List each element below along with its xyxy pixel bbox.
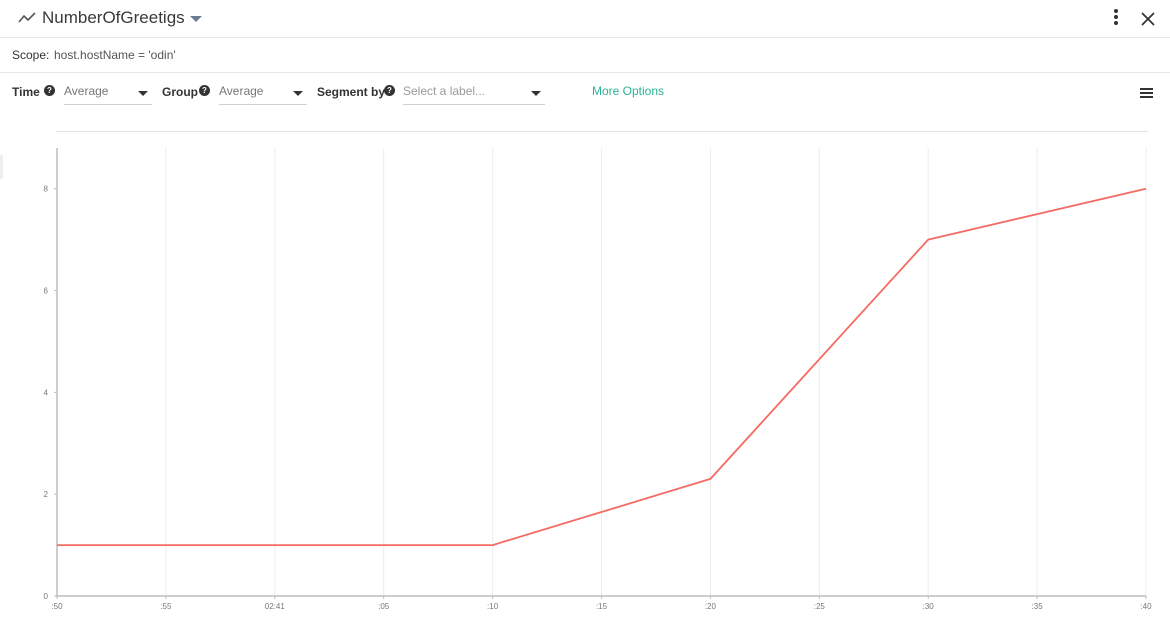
scope-value: host.hostName = 'odin' [54, 48, 176, 62]
tick-labels: :50 :55 02:41 :05 :10 :15 :20 :25 :30 :35 :40 0 2 4 6 8 [44, 185, 1153, 611]
x-tick-label-2: 02:41 [265, 602, 286, 611]
question-circle-icon[interactable]: ? [44, 85, 55, 96]
y-tick-label-2: 4 [44, 388, 49, 397]
metric-title[interactable]: NumberOfGreetigs [42, 8, 185, 28]
x-tick-label-6: :20 [705, 602, 717, 611]
x-tick-label-0: :50 [51, 602, 63, 611]
time-label: Time [12, 85, 40, 99]
x-tick-label-5: :15 [596, 602, 608, 611]
chart-axes [54, 148, 1147, 599]
x-tick-label-8: :30 [923, 602, 935, 611]
segment-by-select[interactable]: Select a label... [403, 80, 545, 105]
scope-bar: Scope: host.hostName = 'odin' [0, 38, 1170, 73]
x-tick-label-9: :35 [1032, 602, 1044, 611]
y-tick-label-1: 2 [44, 490, 49, 499]
chart-controls: Time ? Average Group ? Average Segment b… [0, 73, 1170, 113]
question-circle-icon[interactable]: ? [199, 85, 210, 96]
chevron-down-icon[interactable] [190, 16, 202, 22]
widget-header: NumberOfGreetigs [0, 0, 1170, 38]
y-tick-label-4: 8 [44, 185, 49, 194]
trend-line-icon [18, 12, 36, 23]
line-chart: :50 :55 02:41 :05 :10 :15 :20 :25 :30 :35 :40 0 2 4 6 8 [44, 148, 1153, 611]
time-aggregation-select[interactable]: Average [64, 80, 152, 105]
y-tick-label-0: 0 [44, 592, 49, 601]
caret-down-icon [138, 91, 148, 96]
x-tick-label-1: :55 [160, 602, 172, 611]
x-tick-label-10: :40 [1140, 602, 1152, 611]
vertical-gridlines [165, 148, 1147, 596]
question-circle-icon[interactable]: ? [384, 85, 395, 96]
caret-down-icon [531, 91, 541, 96]
x-tick-label-4: :10 [487, 602, 499, 611]
scope-label: Scope: [12, 48, 50, 62]
x-tick-label-3: :05 [378, 602, 390, 611]
list-icon[interactable] [1140, 88, 1153, 98]
group-aggregation-select[interactable]: Average [219, 80, 307, 105]
segment-by-label: Segment by [317, 85, 386, 99]
more-options-link[interactable]: More Options [592, 84, 664, 98]
group-label: Group [162, 85, 198, 99]
caret-down-icon [293, 91, 303, 96]
chart-top-rule [56, 131, 1148, 132]
close-icon[interactable] [1138, 9, 1158, 29]
y-tick-label-3: 6 [44, 287, 49, 296]
x-tick-label-7: :25 [814, 602, 826, 611]
kebab-menu-icon[interactable] [1109, 9, 1123, 29]
